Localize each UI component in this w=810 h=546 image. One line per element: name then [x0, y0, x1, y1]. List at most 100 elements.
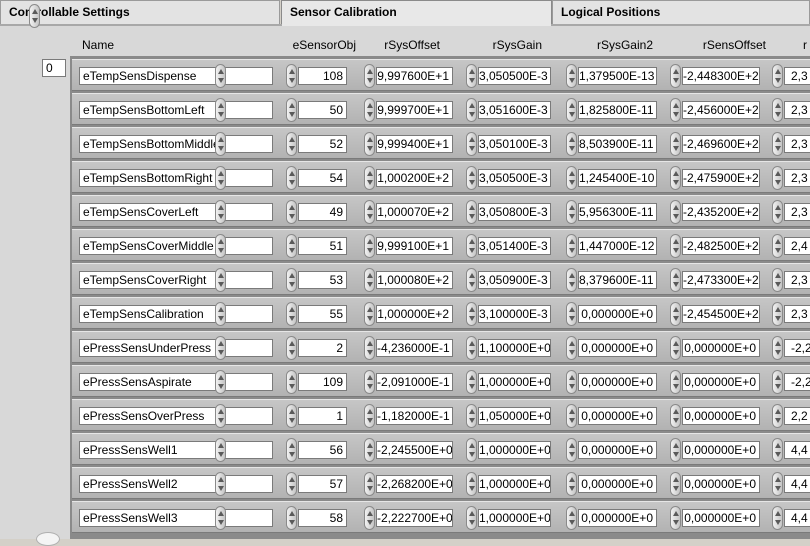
- decrement-arrow-icon[interactable]: [289, 112, 295, 117]
- decrement-arrow-icon[interactable]: [218, 180, 224, 185]
- value-stepper[interactable]: [286, 336, 297, 360]
- increment-arrow-icon[interactable]: [775, 239, 781, 244]
- increment-arrow-icon[interactable]: [289, 239, 295, 244]
- increment-arrow-icon[interactable]: [673, 443, 679, 448]
- decrement-arrow-icon[interactable]: [367, 520, 373, 525]
- value-stepper[interactable]: [670, 336, 681, 360]
- value-stepper[interactable]: [286, 234, 297, 258]
- decrement-arrow-icon[interactable]: [218, 384, 224, 389]
- decrement-arrow-icon[interactable]: [775, 112, 781, 117]
- sensor-name-field[interactable]: ePressSensOverPress: [79, 407, 273, 425]
- increment-arrow-icon[interactable]: [289, 307, 295, 312]
- value-stepper[interactable]: [670, 64, 681, 88]
- next-column-field[interactable]: 2,3: [784, 101, 810, 119]
- value-stepper[interactable]: [466, 166, 477, 190]
- increment-arrow-icon[interactable]: [569, 443, 575, 448]
- increment-arrow-icon[interactable]: [569, 409, 575, 414]
- decrement-arrow-icon[interactable]: [775, 418, 781, 423]
- sys-gain-field[interactable]: 1,000000E+0: [478, 373, 551, 391]
- increment-arrow-icon[interactable]: [218, 239, 224, 244]
- increment-arrow-icon[interactable]: [367, 443, 373, 448]
- value-stepper[interactable]: [772, 438, 783, 462]
- decrement-arrow-icon[interactable]: [569, 112, 575, 117]
- sys-offset-field[interactable]: 9,999100E+1: [376, 237, 453, 255]
- increment-arrow-icon[interactable]: [569, 171, 575, 176]
- value-stepper[interactable]: [772, 472, 783, 496]
- value-stepper[interactable]: [566, 64, 577, 88]
- value-stepper[interactable]: [215, 472, 226, 496]
- decrement-arrow-icon[interactable]: [367, 282, 373, 287]
- increment-arrow-icon[interactable]: [569, 239, 575, 244]
- value-stepper[interactable]: [670, 200, 681, 224]
- sys-offset-field[interactable]: 9,997600E+1: [376, 67, 453, 85]
- decrement-arrow-icon[interactable]: [469, 316, 475, 321]
- increment-arrow-icon[interactable]: [775, 137, 781, 142]
- decrement-arrow-icon[interactable]: [673, 316, 679, 321]
- value-stepper[interactable]: [670, 370, 681, 394]
- sensor-name-field[interactable]: eTempSensCalibration: [79, 305, 273, 323]
- value-stepper[interactable]: [566, 336, 577, 360]
- sens-offset-field[interactable]: -2,475900E+2: [682, 169, 760, 187]
- decrement-arrow-icon[interactable]: [569, 248, 575, 253]
- decrement-arrow-icon[interactable]: [775, 486, 781, 491]
- decrement-arrow-icon[interactable]: [367, 214, 373, 219]
- array-index-field[interactable]: 0: [42, 59, 66, 77]
- sens-offset-field[interactable]: 0,000000E+0: [682, 509, 760, 527]
- value-stepper[interactable]: [670, 268, 681, 292]
- value-stepper[interactable]: [566, 370, 577, 394]
- value-stepper[interactable]: [772, 64, 783, 88]
- decrement-arrow-icon[interactable]: [218, 350, 224, 355]
- value-stepper[interactable]: [364, 98, 375, 122]
- increment-arrow-icon[interactable]: [569, 341, 575, 346]
- value-stepper[interactable]: [286, 438, 297, 462]
- sens-offset-field[interactable]: -2,456000E+2: [682, 101, 760, 119]
- increment-arrow-icon[interactable]: [218, 375, 224, 380]
- sys-gain-field[interactable]: 3,051600E-3: [478, 101, 551, 119]
- value-stepper[interactable]: [566, 302, 577, 326]
- increment-arrow-icon[interactable]: [775, 307, 781, 312]
- value-stepper[interactable]: [364, 302, 375, 326]
- increment-arrow-icon[interactable]: [775, 69, 781, 74]
- next-column-field[interactable]: 2,3: [784, 67, 810, 85]
- array-index-stepper[interactable]: [29, 4, 40, 28]
- decrement-arrow-icon[interactable]: [367, 384, 373, 389]
- increment-arrow-icon[interactable]: [289, 409, 295, 414]
- increment-arrow-icon[interactable]: [775, 409, 781, 414]
- decrement-arrow-icon[interactable]: [367, 316, 373, 321]
- increment-arrow-icon[interactable]: [289, 69, 295, 74]
- decrement-arrow-icon[interactable]: [469, 214, 475, 219]
- sys-gain-field[interactable]: 3,050900E-3: [478, 271, 551, 289]
- sens-offset-field[interactable]: 0,000000E+0: [682, 475, 760, 493]
- sys-gain-field[interactable]: 3,050500E-3: [478, 67, 551, 85]
- increment-arrow-icon[interactable]: [673, 409, 679, 414]
- value-stepper[interactable]: [566, 506, 577, 530]
- decrement-arrow-icon[interactable]: [673, 520, 679, 525]
- decrement-arrow-icon[interactable]: [673, 214, 679, 219]
- decrement-arrow-icon[interactable]: [569, 452, 575, 457]
- decrement-arrow-icon[interactable]: [218, 112, 224, 117]
- sensor-name-field[interactable]: ePressSensWell3: [79, 509, 273, 527]
- value-stepper[interactable]: [566, 200, 577, 224]
- increment-arrow-icon[interactable]: [673, 69, 679, 74]
- sys-offset-field[interactable]: -1,182000E-1: [376, 407, 453, 425]
- value-stepper[interactable]: [566, 268, 577, 292]
- increment-arrow-icon[interactable]: [775, 205, 781, 210]
- sys-offset-field[interactable]: 1,000200E+2: [376, 169, 453, 187]
- sensor-obj-field[interactable]: 50: [298, 101, 347, 119]
- increment-arrow-icon[interactable]: [32, 9, 38, 14]
- decrement-arrow-icon[interactable]: [367, 146, 373, 151]
- next-column-field[interactable]: 4,4: [784, 509, 810, 527]
- value-stepper[interactable]: [670, 438, 681, 462]
- increment-arrow-icon[interactable]: [469, 477, 475, 482]
- decrement-arrow-icon[interactable]: [218, 78, 224, 83]
- increment-arrow-icon[interactable]: [289, 511, 295, 516]
- decrement-arrow-icon[interactable]: [569, 418, 575, 423]
- next-column-field[interactable]: 2,3: [784, 305, 810, 323]
- decrement-arrow-icon[interactable]: [218, 282, 224, 287]
- value-stepper[interactable]: [466, 336, 477, 360]
- value-stepper[interactable]: [364, 404, 375, 428]
- next-column-field[interactable]: 4,4: [784, 441, 810, 459]
- increment-arrow-icon[interactable]: [367, 341, 373, 346]
- sys-gain-field[interactable]: 1,100000E+0: [478, 339, 551, 357]
- value-stepper[interactable]: [286, 132, 297, 156]
